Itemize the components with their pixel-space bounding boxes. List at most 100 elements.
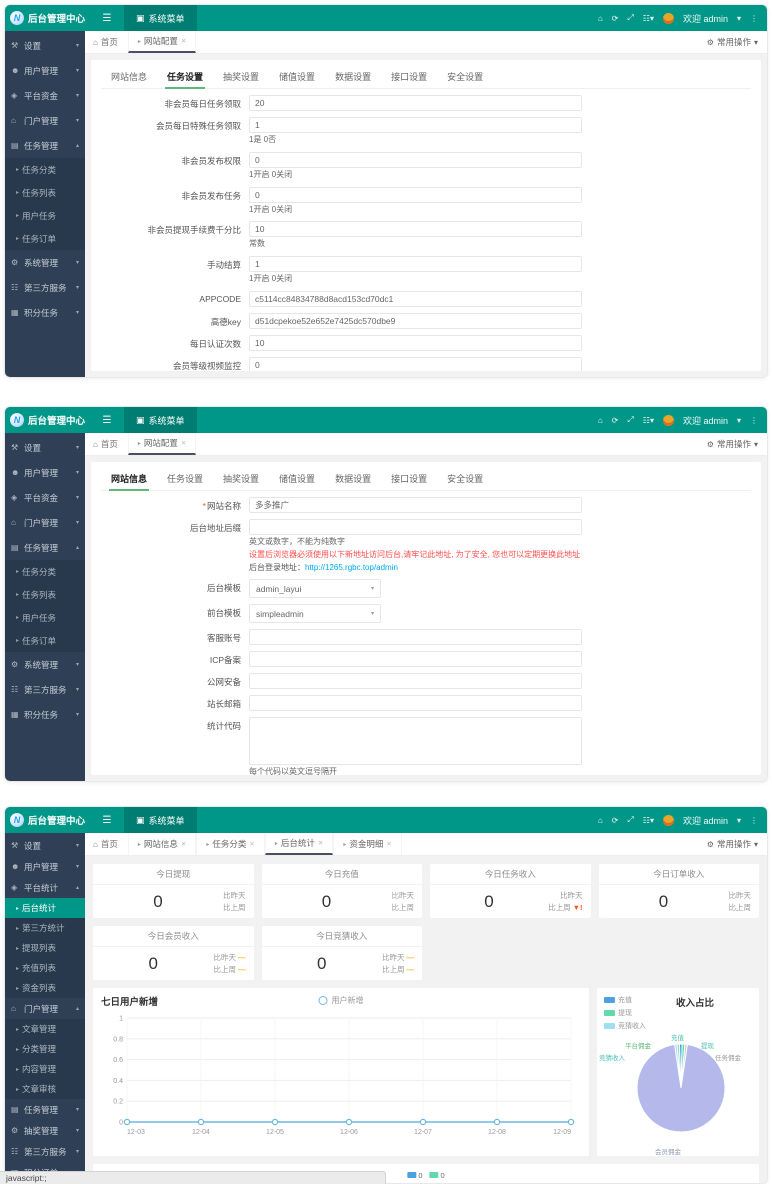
sidebar-item-third-party[interactable]: ☷第三方服务▾ bbox=[5, 677, 85, 702]
fullscreen-icon[interactable]: ⤢ bbox=[627, 13, 633, 23]
sidebar-item-portal[interactable]: ⌂门户管理▾ bbox=[5, 108, 85, 133]
field-select[interactable]: admin_layui▾ bbox=[249, 579, 381, 598]
home-icon[interactable]: ⌂ bbox=[598, 416, 603, 425]
sidebar-item-points-task[interactable]: ▦积分任务▾ bbox=[5, 702, 85, 727]
fullscreen-icon[interactable]: ⤢ bbox=[627, 815, 633, 825]
sidebar-item-platform-funds[interactable]: ◈平台资金▾ bbox=[5, 485, 85, 510]
hamburger-icon[interactable]: ☰ bbox=[90, 13, 124, 24]
nav-tab-system-menu[interactable]: ▣ 系统菜单 bbox=[124, 407, 197, 433]
sidebar-item-lottery[interactable]: ⚙抽奖管理▾ bbox=[5, 1120, 85, 1141]
breadcrumb-tab[interactable]: ▸网站配置✕ bbox=[128, 433, 196, 455]
field-input[interactable] bbox=[249, 117, 582, 133]
sidebar-item-settings[interactable]: ⚒设置▾ bbox=[5, 435, 85, 460]
home-icon[interactable]: ⌂ bbox=[598, 816, 603, 825]
settings-tab[interactable]: 抽奖设置 bbox=[213, 466, 269, 490]
breadcrumb-tab[interactable]: ▸任务分类✕ bbox=[196, 833, 264, 855]
field-input[interactable] bbox=[249, 673, 582, 689]
close-icon[interactable]: ✕ bbox=[318, 839, 323, 847]
sidebar-item-system[interactable]: ⚙系统管理▾ bbox=[5, 250, 85, 275]
settings-tab[interactable]: 接口设置 bbox=[381, 64, 437, 88]
welcome-user[interactable]: 欢迎 admin bbox=[683, 12, 728, 25]
settings-tab[interactable]: 任务设置 bbox=[157, 466, 213, 490]
sidebar-item-settings[interactable]: ⚒设置▾ bbox=[5, 835, 85, 856]
hamburger-icon[interactable]: ☰ bbox=[90, 415, 124, 426]
settings-tab[interactable]: 安全设置 bbox=[437, 466, 493, 490]
layout-menu[interactable]: ☷▾ bbox=[643, 415, 654, 425]
close-icon[interactable]: ✕ bbox=[181, 37, 186, 45]
sidebar-item-users[interactable]: ☻用户管理▾ bbox=[5, 460, 85, 485]
field-textarea[interactable] bbox=[249, 717, 582, 765]
field-select[interactable]: simpleadmin▾ bbox=[249, 604, 381, 623]
field-input[interactable] bbox=[249, 291, 582, 307]
sidebar-subitem[interactable]: ▸提现列表 bbox=[5, 938, 85, 958]
app-logo[interactable]: N 后台管理中心 bbox=[5, 11, 90, 25]
sidebar-subitem[interactable]: ▸第三方统计 bbox=[5, 918, 85, 938]
settings-tab[interactable]: 数据设置 bbox=[325, 466, 381, 490]
field-input[interactable] bbox=[249, 221, 582, 237]
settings-tab[interactable]: 任务设置 bbox=[157, 64, 213, 88]
sidebar-subitem[interactable]: ▸内容管理 bbox=[5, 1059, 85, 1079]
breadcrumb-tab[interactable]: ▸后台统计✕ bbox=[265, 833, 333, 855]
layout-menu[interactable]: ☷▾ bbox=[643, 815, 654, 825]
welcome-user[interactable]: 欢迎 admin bbox=[683, 414, 728, 427]
settings-tab[interactable]: 网站信息 bbox=[101, 64, 157, 88]
settings-tab[interactable]: 数据设置 bbox=[325, 64, 381, 88]
refresh-icon[interactable]: ⟳ bbox=[612, 816, 619, 825]
close-icon[interactable]: ✕ bbox=[181, 439, 186, 447]
breadcrumb-tab[interactable]: ▸资金明细✕ bbox=[333, 833, 401, 855]
sidebar-item-portal[interactable]: ⌂门户管理▴ bbox=[5, 998, 85, 1019]
sidebar-item-points-task[interactable]: ▦积分任务▾ bbox=[5, 300, 85, 325]
app-logo[interactable]: N 后台管理中心 bbox=[5, 413, 90, 427]
sidebar-subitem[interactable]: ▸资金列表 bbox=[5, 978, 85, 998]
nav-tab-system-menu[interactable]: ▣ 系统菜单 bbox=[124, 807, 197, 833]
field-input[interactable] bbox=[249, 152, 582, 168]
breadcrumb-tab[interactable]: ▸网站信息✕ bbox=[128, 833, 196, 855]
sidebar-item-settings[interactable]: ⚒设置▾ bbox=[5, 33, 85, 58]
field-input[interactable] bbox=[249, 313, 582, 329]
settings-tab[interactable]: 储值设置 bbox=[269, 466, 325, 490]
breadcrumb-tab[interactable]: ▸网站配置✕ bbox=[128, 31, 196, 53]
line-chart-legend[interactable]: 用户新增 bbox=[319, 995, 364, 1006]
settings-tab[interactable]: 网站信息 bbox=[101, 466, 157, 490]
quick-ops-button[interactable]: ⚙ 常用操作 ▾ bbox=[698, 438, 767, 450]
layout-menu[interactable]: ☷▾ bbox=[643, 13, 654, 23]
sidebar-subitem[interactable]: ▸文章审核 bbox=[5, 1079, 85, 1099]
sidebar-subitem[interactable]: ▸任务订单 bbox=[5, 629, 85, 652]
field-input[interactable] bbox=[249, 335, 582, 351]
refresh-icon[interactable]: ⟳ bbox=[612, 416, 619, 425]
sidebar-item-users[interactable]: ☻用户管理▾ bbox=[5, 58, 85, 83]
app-logo[interactable]: N 后台管理中心 bbox=[5, 813, 90, 827]
field-input[interactable] bbox=[249, 651, 582, 667]
admin-url-link[interactable]: http://1265.rgbc.top/admin bbox=[305, 563, 398, 572]
sidebar-subitem[interactable]: ▸任务列表 bbox=[5, 583, 85, 606]
sidebar-item-platform-funds[interactable]: ◈平台资金▾ bbox=[5, 83, 85, 108]
sidebar-subitem[interactable]: ▸用户任务 bbox=[5, 204, 85, 227]
sidebar-subitem[interactable]: ▸任务列表 bbox=[5, 181, 85, 204]
quick-ops-button[interactable]: ⚙ 常用操作 ▾ bbox=[698, 838, 767, 850]
sidebar-subitem[interactable]: ▸分类管理 bbox=[5, 1039, 85, 1059]
field-input[interactable] bbox=[249, 95, 582, 111]
close-icon[interactable]: ✕ bbox=[181, 840, 186, 848]
nav-tab-system-menu[interactable]: ▣ 系统菜单 bbox=[124, 5, 197, 31]
home-icon[interactable]: ⌂ bbox=[598, 14, 603, 23]
sidebar-subitem[interactable]: ▸用户任务 bbox=[5, 606, 85, 629]
close-icon[interactable]: ✕ bbox=[249, 840, 254, 848]
sidebar-subitem[interactable]: ▸任务分类 bbox=[5, 560, 85, 583]
sidebar-subitem[interactable]: ▸任务分类 bbox=[5, 158, 85, 181]
sidebar-item-tasks[interactable]: ▤任务管理▴ bbox=[5, 535, 85, 560]
field-input[interactable] bbox=[249, 187, 582, 203]
field-input[interactable] bbox=[249, 497, 582, 513]
sidebar-item-portal[interactable]: ⌂门户管理▾ bbox=[5, 510, 85, 535]
field-input[interactable] bbox=[249, 629, 582, 645]
sidebar-item-third-party[interactable]: ☷第三方服务▾ bbox=[5, 275, 85, 300]
more-icon[interactable]: ⋮ bbox=[750, 816, 758, 825]
sidebar-item-tasks[interactable]: ▤任务管理▾ bbox=[5, 1099, 85, 1120]
settings-tab[interactable]: 接口设置 bbox=[381, 466, 437, 490]
sidebar-item-third-party[interactable]: ☷第三方服务▾ bbox=[5, 1141, 85, 1162]
close-icon[interactable]: ✕ bbox=[386, 840, 391, 848]
sidebar-item-users[interactable]: ☻用户管理▾ bbox=[5, 856, 85, 877]
field-input[interactable] bbox=[249, 256, 582, 272]
sidebar-subitem[interactable]: ▸充值列表 bbox=[5, 958, 85, 978]
field-input[interactable] bbox=[249, 695, 582, 711]
welcome-user[interactable]: 欢迎 admin bbox=[683, 814, 728, 827]
